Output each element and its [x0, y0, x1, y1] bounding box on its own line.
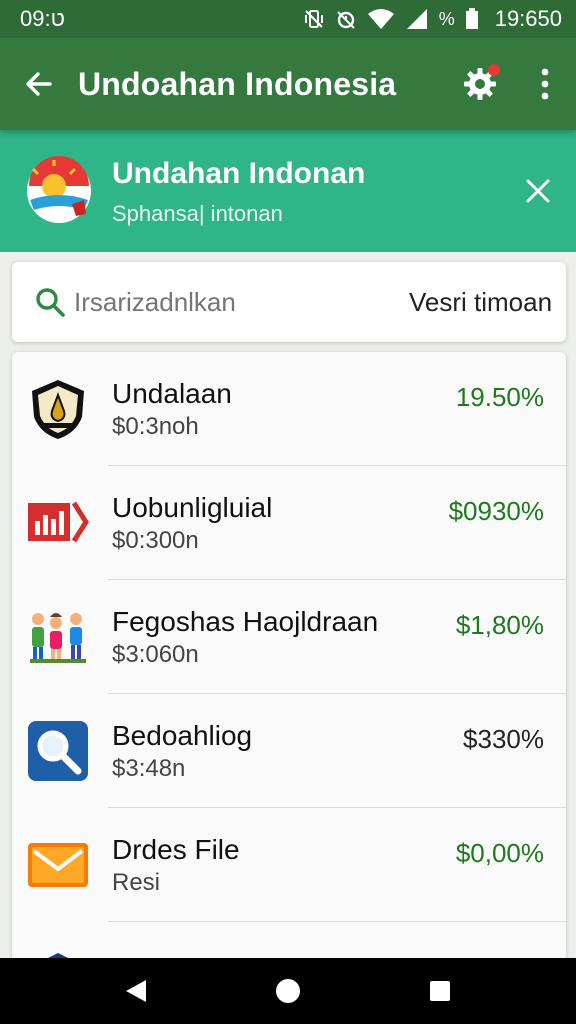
item-value: $0,00% — [455, 838, 544, 868]
item-value: $1,80% — [455, 610, 544, 640]
item-subtitle: Resi — [112, 869, 161, 896]
search-filter-label[interactable]: Vesri timoan — [409, 287, 552, 318]
page-title: Undoahan Indonesia — [78, 65, 397, 102]
item-title: Bedoahliog — [112, 720, 253, 751]
people-icon — [26, 605, 90, 669]
nav-recents-icon — [430, 981, 450, 1001]
list-item[interactable]: Bedoahliog $3:48n $330% — [12, 694, 566, 808]
list-item[interactable]: Undalaan $0:3noh 19.50% — [12, 352, 566, 466]
nav-back-button[interactable] — [104, 959, 168, 1023]
list-item[interactable]: Uobunligluial $0:300n $0930% — [12, 466, 566, 580]
search-button[interactable] — [34, 284, 66, 320]
arrow-left-icon — [26, 72, 52, 96]
nav-back-icon — [126, 980, 146, 1002]
banner-logo — [24, 156, 94, 226]
close-icon — [526, 179, 550, 203]
status-right-time: 19:650 — [494, 6, 562, 31]
banner-title: Undahan Indonan — [112, 157, 366, 190]
item-title: Uobunligluial — [112, 492, 273, 523]
item-value: 19.50% — [455, 382, 544, 412]
item-title: Drdes File — [112, 834, 240, 865]
item-value: $330% — [463, 724, 544, 754]
vibrate-icon — [303, 8, 325, 30]
nav-home-icon — [276, 979, 300, 1003]
item-value: $0930% — [448, 496, 544, 526]
search-icon — [36, 288, 65, 317]
search-input[interactable] — [74, 286, 409, 318]
battery-text: % — [438, 8, 455, 29]
list-item[interactable]: Drdes File Resi $0,00% — [12, 808, 566, 922]
sun-flag-logo-icon — [27, 156, 91, 223]
settings-button[interactable] — [452, 56, 508, 112]
item-title: Undalaan — [112, 378, 232, 409]
envelope-icon — [26, 833, 90, 897]
shield-emblem-icon — [26, 377, 90, 441]
banner-subtitle: Sphansa| intonan — [112, 201, 283, 226]
item-subtitle: $3:48n — [112, 755, 186, 782]
nav-home-button[interactable] — [256, 959, 320, 1023]
item-title: Fegoshas Haojldraan — [112, 606, 379, 637]
more-vert-icon — [541, 68, 549, 100]
list-item[interactable]: Fegoshas Haojldraan $3:060n $1,80% — [12, 580, 566, 694]
promo-banner[interactable]: Undahan Indonan Sphansa| intonan — [0, 130, 576, 252]
nav-recents-button[interactable] — [408, 959, 472, 1023]
magnifier-icon — [26, 719, 90, 783]
item-subtitle: $0:3noh — [112, 413, 199, 440]
signal-icon — [405, 8, 429, 30]
status-time: ט:09 — [20, 6, 65, 31]
more-options-button[interactable] — [522, 56, 568, 112]
banner-close-button[interactable] — [508, 161, 568, 221]
system-nav-bar — [0, 958, 576, 1024]
back-button[interactable] — [0, 38, 78, 130]
item-subtitle: $0:300n — [112, 527, 199, 554]
notification-dot — [488, 64, 500, 76]
item-list: Undalaan $0:3noh 19.50% Uobunligluial $0… — [12, 352, 566, 972]
alarm-icon — [335, 8, 357, 30]
battery-icon — [465, 8, 479, 30]
wifi-icon — [367, 8, 395, 30]
app-bar: Undoahan Indonesia — [0, 38, 576, 130]
status-bar: ט:09 % 19:650 — [0, 0, 576, 38]
status-icons: % 19:650 — [303, 6, 562, 32]
chart-tag-icon — [26, 491, 90, 555]
item-subtitle: $3:060n — [112, 641, 199, 668]
search-bar: Vesri timoan — [12, 262, 566, 342]
